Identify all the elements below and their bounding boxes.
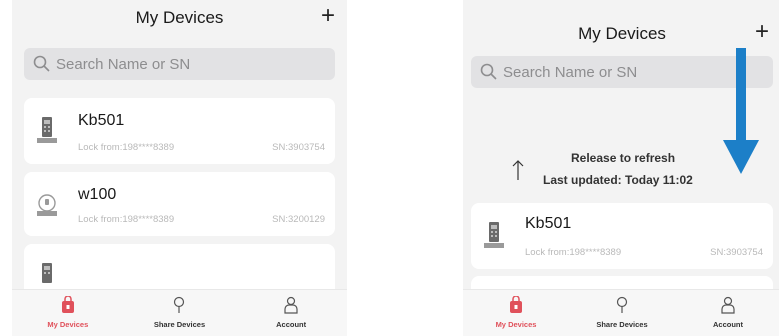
tab-my-devices[interactable]: My Devices bbox=[471, 290, 561, 336]
tab-bar: My Devices Share Devices Account bbox=[12, 289, 347, 336]
keypad-lock-icon bbox=[42, 263, 52, 283]
device-name: Kb501 bbox=[78, 112, 125, 129]
tab-share-devices[interactable]: Share Devices bbox=[577, 290, 667, 336]
pin-icon bbox=[174, 296, 185, 313]
tab-label: My Devices bbox=[495, 320, 537, 329]
pin-icon bbox=[616, 296, 628, 313]
round-lock-icon bbox=[37, 194, 57, 216]
device-name: Kb501 bbox=[525, 215, 572, 232]
person-icon bbox=[284, 296, 298, 314]
tab-label: Account bbox=[276, 320, 307, 329]
lock-bag-icon bbox=[510, 296, 522, 313]
tab-account[interactable]: Account bbox=[246, 290, 336, 336]
search-icon bbox=[33, 55, 50, 72]
add-device-button[interactable]: + bbox=[321, 4, 335, 28]
lock-from-text: Lock from:198****8389 bbox=[78, 214, 175, 225]
lock-bag-icon bbox=[61, 296, 74, 313]
device-card[interactable]: Kb501 Lock from:198****8389 SN:3903754 bbox=[24, 98, 335, 164]
search-input[interactable]: Search Name or SN bbox=[24, 48, 335, 80]
keypad-lock-icon bbox=[484, 222, 504, 248]
search-placeholder: Search Name or SN bbox=[56, 55, 191, 73]
tab-share-devices[interactable]: Share Devices bbox=[134, 290, 224, 336]
search-icon bbox=[480, 63, 497, 80]
arrow-up-icon bbox=[512, 160, 524, 180]
tab-label: Share Devices bbox=[596, 320, 648, 329]
device-name: w100 bbox=[78, 186, 117, 203]
tab-account[interactable]: Account bbox=[683, 290, 773, 336]
page-title: My Devices bbox=[578, 24, 666, 43]
tab-label: Share Devices bbox=[153, 320, 206, 329]
add-device-button[interactable]: + bbox=[755, 20, 769, 44]
left-screen: My Devices + Search Name or SN Kb501 Loc… bbox=[12, 0, 347, 336]
lock-from-text: Lock from:198****8389 bbox=[525, 247, 622, 258]
refresh-status: Release to refresh bbox=[571, 151, 676, 165]
serial-number: SN:3903754 bbox=[272, 142, 325, 153]
tab-my-devices[interactable]: My Devices bbox=[23, 290, 113, 336]
serial-number: SN:3903754 bbox=[710, 247, 763, 258]
tab-bar: My Devices Share Devices Account bbox=[463, 289, 779, 336]
pull-down-arrow-icon bbox=[723, 48, 759, 174]
search-placeholder: Search Name or SN bbox=[503, 63, 638, 81]
tab-label: Account bbox=[713, 320, 743, 329]
serial-number: SN:3200129 bbox=[272, 214, 325, 225]
keypad-lock-icon bbox=[37, 117, 57, 143]
last-updated: Last updated: Today 11:02 bbox=[543, 173, 693, 187]
tab-label: My Devices bbox=[47, 320, 89, 329]
page-title: My Devices bbox=[135, 8, 224, 27]
right-screen: My Devices + Search Name or SN Release t… bbox=[463, 0, 779, 336]
device-card[interactable]: w100 Lock from:198****8389 SN:3200129 bbox=[24, 172, 335, 236]
person-icon bbox=[721, 296, 735, 314]
device-card[interactable]: Kb501 Lock from:198****8389 SN:3903754 bbox=[471, 203, 773, 269]
lock-from-text: Lock from:198****8389 bbox=[78, 142, 175, 153]
